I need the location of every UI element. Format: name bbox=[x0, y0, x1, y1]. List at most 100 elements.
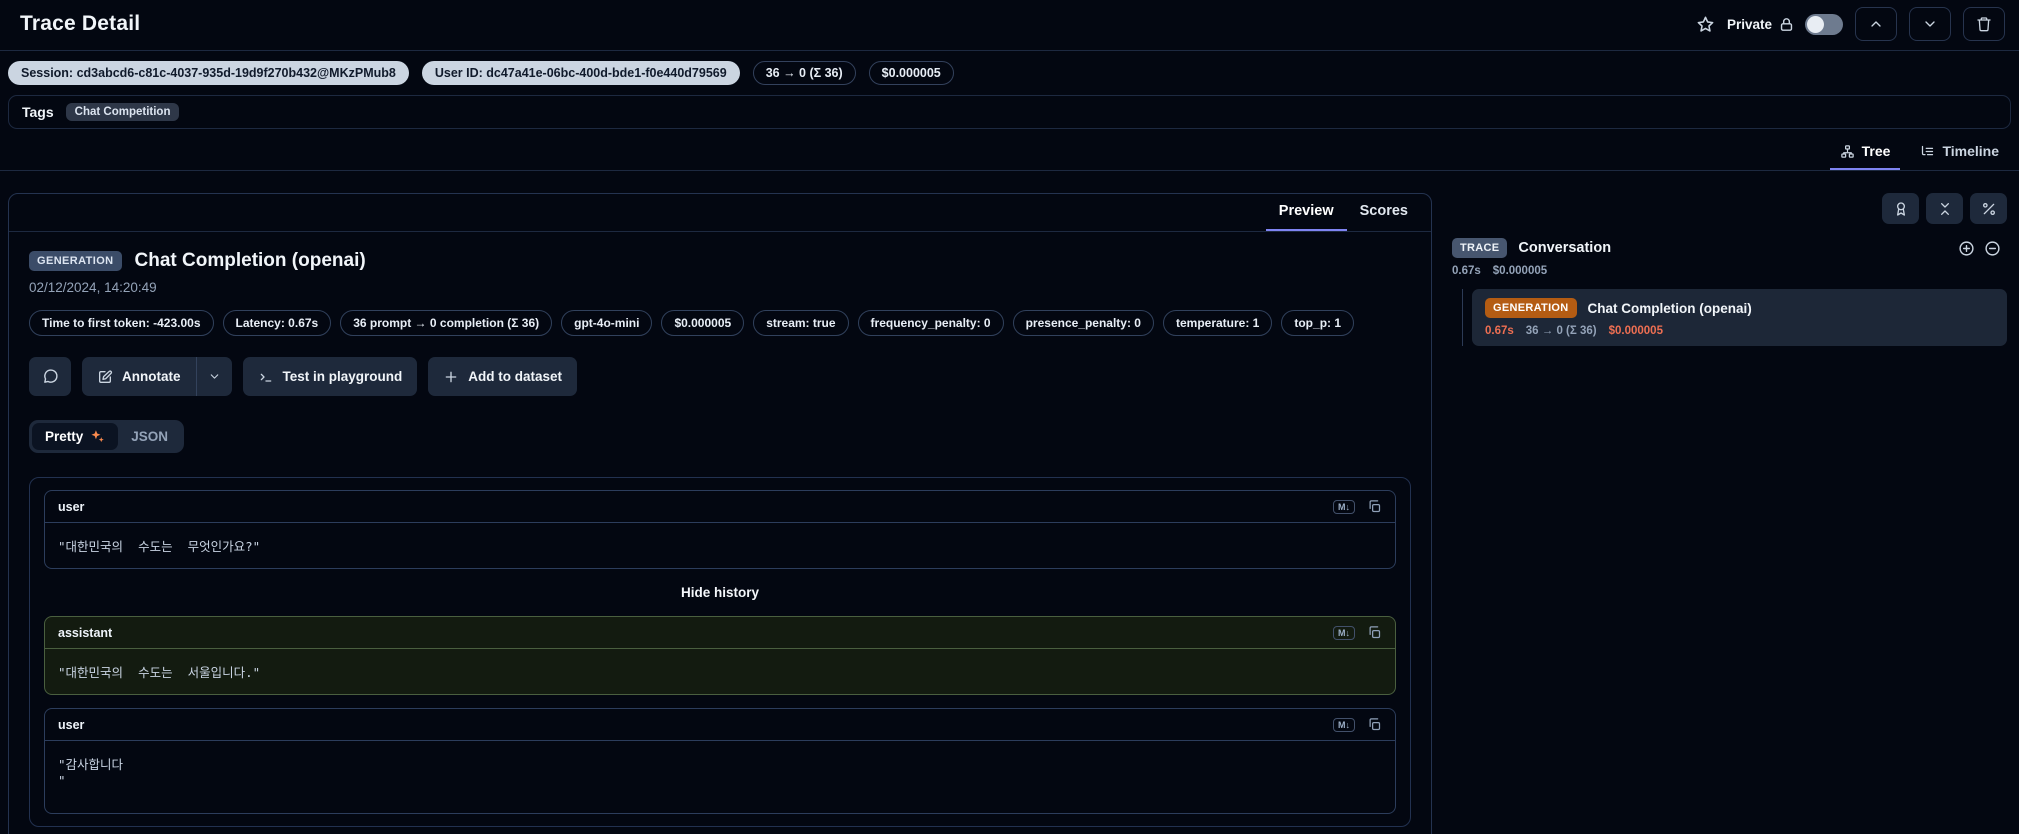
toggle-knob bbox=[1807, 15, 1824, 33]
award-scores-button[interactable] bbox=[1882, 193, 1919, 224]
markdown-toggle-icon[interactable]: M↓ bbox=[1333, 625, 1355, 640]
collapse-node-icon[interactable] bbox=[1984, 240, 2001, 257]
tab-preview[interactable]: Preview bbox=[1265, 194, 1347, 231]
trace-latency: 0.67s bbox=[1452, 265, 1481, 277]
generation-cost: $0.000005 bbox=[1608, 325, 1663, 337]
observation-title: Chat Completion (openai) bbox=[134, 250, 366, 271]
metric-stream: stream: true bbox=[753, 310, 849, 336]
next-trace-button[interactable] bbox=[1909, 7, 1951, 41]
trace-meta-row: Session: cd3abcd6-c81c-4037-935d-19d9f27… bbox=[0, 51, 2019, 95]
annotate-button[interactable]: Annotate bbox=[82, 357, 196, 396]
metric-frequency-penalty: frequency_penalty: 0 bbox=[857, 310, 1004, 336]
tag-chat-competition[interactable]: Chat Competition bbox=[65, 103, 180, 121]
tab-scores[interactable]: Scores bbox=[1347, 194, 1421, 231]
test-in-playground-label: Test in playground bbox=[282, 369, 403, 384]
header-actions: Private bbox=[1696, 7, 2005, 41]
message-header: user M↓ bbox=[45, 709, 1395, 741]
trace-node-actions bbox=[1958, 240, 2001, 257]
trace-metrics: 0.67s $0.000005 bbox=[1442, 265, 2007, 277]
metric-model[interactable]: gpt-4o-mini bbox=[561, 310, 653, 336]
generation-item-header: GENERATION Chat Completion (openai) bbox=[1485, 298, 1994, 318]
top-bar: Trace Detail Private bbox=[0, 0, 2019, 50]
metric-time-to-first-token: Time to first token: -423.00s bbox=[29, 310, 214, 336]
token-usage-badge: 36 → 0 (Σ 36) bbox=[752, 61, 856, 85]
message-content: "감사합니다 " bbox=[58, 757, 124, 788]
content-area: Preview Scores GENERATION Chat Completio… bbox=[0, 171, 2019, 834]
trace-tree-sidebar: TRACE Conversation 0.67s $0.000005 GENER… bbox=[1442, 193, 2011, 346]
trace-cost: $0.000005 bbox=[1492, 265, 1548, 277]
tab-timeline[interactable]: Timeline bbox=[1910, 137, 2009, 170]
collapse-all-button[interactable] bbox=[1926, 193, 1963, 224]
tags-label: Tags bbox=[22, 104, 54, 120]
trace-type-badge: TRACE bbox=[1452, 238, 1508, 258]
percent-metrics-button[interactable] bbox=[1970, 193, 2007, 224]
tree-toolbar bbox=[1442, 193, 2007, 224]
session-badge[interactable]: Session: cd3abcd6-c81c-4037-935d-19d9f27… bbox=[8, 61, 409, 85]
format-pretty-option[interactable]: Pretty bbox=[32, 423, 119, 450]
observation-metrics: Time to first token: -423.00s Latency: 0… bbox=[29, 310, 1379, 336]
generation-item-metrics: 0.67s 36 → 0 (Σ 36) $0.000005 bbox=[1485, 325, 1994, 337]
format-json-option[interactable]: JSON bbox=[118, 423, 181, 450]
generation-item-title: Chat Completion (openai) bbox=[1587, 300, 1752, 316]
generation-type-badge: GENERATION bbox=[29, 251, 122, 271]
add-to-dataset-label: Add to dataset bbox=[468, 369, 563, 384]
sparkles-icon bbox=[90, 429, 105, 444]
timeline-icon bbox=[1920, 144, 1935, 159]
cost-badge: $0.000005 bbox=[868, 61, 954, 85]
copy-icon[interactable] bbox=[1367, 499, 1382, 514]
observation-header: GENERATION Chat Completion (openai) bbox=[29, 250, 1411, 272]
test-in-playground-button[interactable]: Test in playground bbox=[242, 357, 418, 396]
comments-button[interactable] bbox=[29, 357, 71, 396]
copy-icon[interactable] bbox=[1367, 717, 1382, 732]
metric-token-usage: 36 prompt → 0 completion (Σ 36) bbox=[340, 310, 553, 336]
message-tools: M↓ bbox=[1333, 717, 1382, 732]
message-role: user bbox=[58, 717, 85, 732]
markdown-toggle-icon[interactable]: M↓ bbox=[1333, 499, 1355, 514]
visibility-control: Private bbox=[1726, 13, 1843, 35]
metric-temperature: temperature: 1 bbox=[1162, 310, 1273, 336]
message-tools: M↓ bbox=[1333, 499, 1382, 514]
copy-icon[interactable] bbox=[1367, 625, 1382, 640]
markdown-toggle-icon[interactable]: M↓ bbox=[1333, 717, 1355, 732]
tree-children: GENERATION Chat Completion (openai) 0.67… bbox=[1462, 289, 2007, 346]
trace-root-node[interactable]: TRACE Conversation bbox=[1442, 238, 2007, 258]
annotate-dropdown-button[interactable] bbox=[195, 357, 232, 396]
tree-icon bbox=[1840, 144, 1855, 159]
message-content: "대한민국의 수도는 서울입니다." bbox=[58, 665, 261, 680]
public-toggle[interactable] bbox=[1805, 13, 1843, 35]
action-buttons-row: Annotate Test in playground Add to datas… bbox=[29, 357, 1411, 396]
hide-history-button[interactable]: Hide history bbox=[44, 582, 1396, 603]
message-assistant: assistant M↓ "대한민국의 수도는 서울입니다." bbox=[44, 616, 1396, 695]
metric-latency: Latency: 0.67s bbox=[222, 310, 332, 336]
annotate-label: Annotate bbox=[122, 369, 181, 384]
message-header: user M↓ bbox=[45, 491, 1395, 523]
visibility-label: Private bbox=[1726, 16, 1772, 32]
view-tabs: Tree Timeline bbox=[0, 137, 2019, 171]
user-id-badge[interactable]: User ID: dc47a41e-06bc-400d-bde1-f0e440d… bbox=[421, 61, 740, 85]
message-user-2: user M↓ "감사합니다 " bbox=[44, 708, 1396, 814]
message-header: assistant M↓ bbox=[45, 617, 1395, 649]
trace-title: Conversation bbox=[1518, 240, 1612, 256]
message-role: user bbox=[58, 499, 85, 514]
card-body: GENERATION Chat Completion (openai) 02/1… bbox=[9, 232, 1431, 834]
bookmark-star-icon[interactable] bbox=[1696, 15, 1715, 34]
lock-icon bbox=[1778, 16, 1795, 33]
metric-top-p: top_p: 1 bbox=[1281, 310, 1355, 336]
generation-badge: GENERATION bbox=[1485, 298, 1577, 318]
tags-box: Tags Chat Competition bbox=[8, 95, 2011, 129]
previous-trace-button[interactable] bbox=[1855, 7, 1897, 41]
page-title: Trace Detail bbox=[20, 12, 141, 35]
delete-trace-button[interactable] bbox=[1963, 7, 2005, 41]
annotate-split-button: Annotate bbox=[82, 357, 232, 396]
expand-node-icon[interactable] bbox=[1958, 240, 1975, 257]
generation-tree-item[interactable]: GENERATION Chat Completion (openai) 0.67… bbox=[1472, 289, 2007, 346]
message-role: assistant bbox=[58, 625, 113, 640]
tab-tree[interactable]: Tree bbox=[1829, 137, 1901, 170]
tab-tree-label: Tree bbox=[1861, 143, 1891, 159]
metric-cost: $0.000005 bbox=[661, 310, 745, 336]
observation-timestamp: 02/12/2024, 14:20:49 bbox=[29, 280, 157, 295]
message-tools: M↓ bbox=[1333, 625, 1382, 640]
add-to-dataset-button[interactable]: Add to dataset bbox=[428, 357, 578, 396]
format-toggle: Pretty JSON bbox=[29, 420, 185, 453]
messages-container: user M↓ "대한민국의 수도는 무엇인가요?" Hide history bbox=[29, 477, 1411, 827]
